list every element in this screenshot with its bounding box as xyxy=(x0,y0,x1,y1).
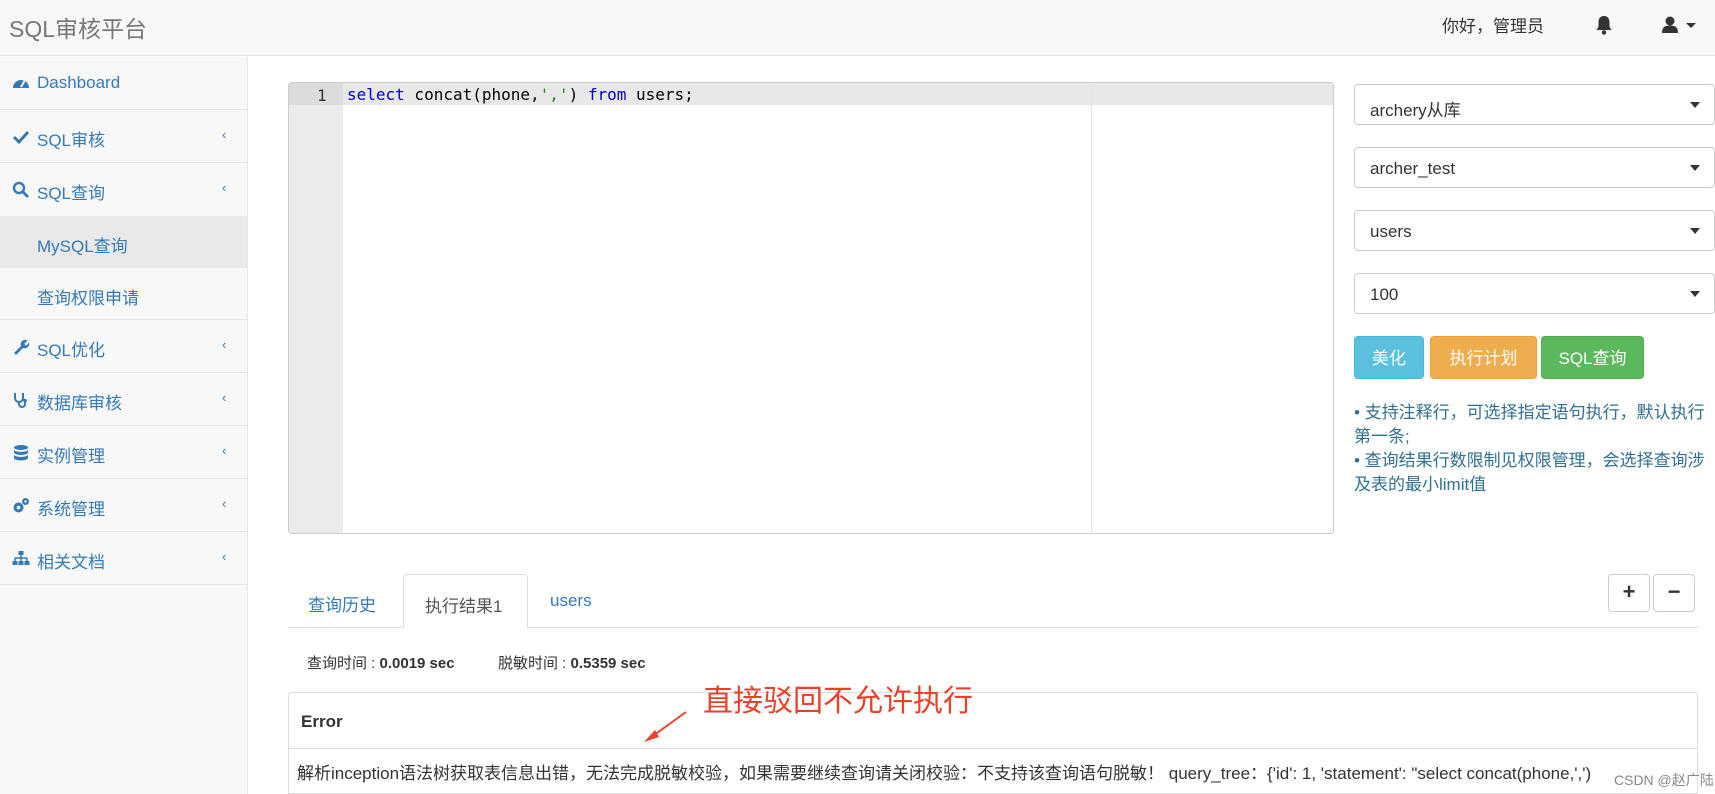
query-time-value: 0.0019 sec xyxy=(379,655,455,672)
limit-select[interactable]: 100 xyxy=(1354,273,1715,314)
chevron-left-icon: ‹ xyxy=(222,443,227,458)
sidebar-item-docs[interactable]: 相关文档 ‹ xyxy=(0,532,247,585)
sidebar-item-label: Dashboard xyxy=(37,73,121,92)
code-keyword: select xyxy=(347,85,405,104)
tab-label: users xyxy=(550,591,592,610)
chevron-left-icon: ‹ xyxy=(222,549,227,564)
chevron-left-icon: ‹ xyxy=(222,390,227,405)
remove-tab-button[interactable]: − xyxy=(1653,574,1695,612)
sidebar-item-mysql-query[interactable]: MySQL查询 xyxy=(0,216,247,268)
result-table-header: Error xyxy=(289,693,1697,749)
query-time: 查询时间 : 0.0019 sec xyxy=(307,652,455,673)
sidebar-item-sql-audit[interactable]: SQL审核 ‹ xyxy=(0,110,247,163)
search-icon xyxy=(12,181,29,198)
check-icon xyxy=(12,130,30,145)
limit-select-value: 100 xyxy=(1370,285,1399,304)
sidebar-item-label: 数据库审核 xyxy=(37,394,122,413)
code-string: ',' xyxy=(539,85,569,104)
editor-print-margin xyxy=(1091,82,1092,534)
sidebar-item-instance[interactable]: 实例管理 ‹ xyxy=(0,426,247,479)
database-select[interactable]: archer_test xyxy=(1354,147,1715,188)
tab-result-1[interactable]: 执行结果1 xyxy=(403,574,528,628)
database-select-value: archer_test xyxy=(1370,159,1456,178)
annotation-text: 直接驳回不允许执行 xyxy=(703,684,973,719)
code-text: concat(phone, xyxy=(404,85,540,104)
watermark: CSDN @赵广陆 xyxy=(1614,772,1714,788)
user-greeting: 你好，管理员 xyxy=(1442,17,1544,36)
result-table: Error 解析inception语法树获取表信息出错，无法完成脱敏校验，如果需… xyxy=(288,692,1698,794)
sidebar-item-sql-optimize[interactable]: SQL优化 ‹ xyxy=(0,320,247,373)
tab-query-history[interactable]: 查询历史 xyxy=(288,574,400,628)
mask-time-value: 0.5359 sec xyxy=(570,655,646,672)
user-menu-icon[interactable] xyxy=(1659,14,1701,36)
chevron-left-icon: ‹ xyxy=(222,337,227,352)
tab-label: 查询历史 xyxy=(308,596,376,615)
line-number: 1 xyxy=(317,86,327,105)
sidebar-item-sql-query[interactable]: SQL查询 ‹ xyxy=(0,163,247,216)
wrench-icon xyxy=(14,339,30,355)
tab-label: 执行结果1 xyxy=(425,597,503,616)
code-text: ) xyxy=(568,85,579,104)
stethoscope-icon xyxy=(14,393,27,408)
sidebar-item-dashboard[interactable]: Dashboard xyxy=(0,57,247,110)
top-navbar: SQL审核平台 你好，管理员 xyxy=(0,0,1715,56)
code-keyword: from xyxy=(587,85,627,104)
chevron-left-icon: ‹ xyxy=(222,496,227,511)
explain-button[interactable]: 执行计划 xyxy=(1430,336,1537,379)
sql-query-button[interactable]: SQL查询 xyxy=(1541,336,1644,379)
sidebar-item-label: MySQL查询 xyxy=(37,237,128,256)
bell-icon[interactable] xyxy=(1595,14,1613,36)
annotation-arrow-icon xyxy=(644,711,687,742)
chevron-left-icon: ‹ xyxy=(222,180,227,195)
dashboard-icon xyxy=(13,80,29,88)
sidebar-item-label: 实例管理 xyxy=(37,447,105,466)
sidebar-item-label: 相关文档 xyxy=(37,553,105,572)
editor-gutter xyxy=(289,83,343,533)
sql-editor[interactable]: 1 xyxy=(288,82,1334,534)
sidebar-item-system[interactable]: 系统管理 ‹ xyxy=(0,479,247,532)
table-select-value: users xyxy=(1370,222,1412,241)
mask-time: 脱敏时间 : 0.5359 sec xyxy=(498,652,646,673)
beautify-button[interactable]: 美化 xyxy=(1354,336,1424,379)
editor-code-line[interactable]: select concat(phone,',') from users; xyxy=(347,85,694,104)
chevron-left-icon: ‹ xyxy=(222,127,227,142)
table-select[interactable]: users xyxy=(1354,210,1715,251)
mask-time-label: 脱敏时间 : xyxy=(498,655,571,672)
instance-select[interactable]: archery从库 xyxy=(1354,84,1715,125)
column-header-error[interactable]: Error xyxy=(301,712,343,732)
caret-down-icon xyxy=(1690,228,1700,234)
query-time-label: 查询时间 : xyxy=(307,655,380,672)
sidebar-item-label: SQL查询 xyxy=(37,184,106,203)
sidebar: Dashboard SQL审核 ‹ SQL查询 ‹ MySQL查询 查询权限申请… xyxy=(0,57,248,794)
gears-icon xyxy=(13,498,29,513)
sidebar-item-label: SQL优化 xyxy=(37,341,106,360)
sidebar-item-label: 系统管理 xyxy=(37,500,105,519)
caret-down-icon xyxy=(1690,102,1700,108)
sidebar-item-db-audit[interactable]: 数据库审核 ‹ xyxy=(0,373,247,426)
database-icon xyxy=(14,445,28,461)
table-row[interactable]: 解析inception语法树获取表信息出错，无法完成脱敏校验，如果需要继续查询请… xyxy=(297,759,1591,784)
tip-comment-lines: • 支持注释行，可选择指定语句执行，默认执行第一条; xyxy=(1354,403,1705,446)
query-tips: • 支持注释行，可选择指定语句执行，默认执行第一条; • 查询结果行数限制见权限… xyxy=(1354,401,1715,497)
sidebar-item-label: SQL审核 xyxy=(37,131,106,150)
tip-limit: • 查询结果行数限制见权限管理，会选择查询涉及表的最小limit值 xyxy=(1354,451,1705,494)
add-tab-button[interactable]: + xyxy=(1608,574,1650,612)
sitemap-icon xyxy=(12,551,30,565)
brand-title[interactable]: SQL审核平台 xyxy=(9,10,147,44)
instance-select-value: archery从库 xyxy=(1370,101,1461,120)
tab-users[interactable]: users xyxy=(530,574,620,628)
sidebar-item-label: 查询权限申请 xyxy=(37,289,139,308)
gutter-active-line xyxy=(289,83,343,105)
sidebar-item-query-permission[interactable]: 查询权限申请 xyxy=(0,268,247,320)
caret-down-icon xyxy=(1690,165,1700,171)
caret-down-icon xyxy=(1686,23,1696,28)
caret-down-icon xyxy=(1690,291,1700,297)
code-text: users; xyxy=(626,85,694,104)
